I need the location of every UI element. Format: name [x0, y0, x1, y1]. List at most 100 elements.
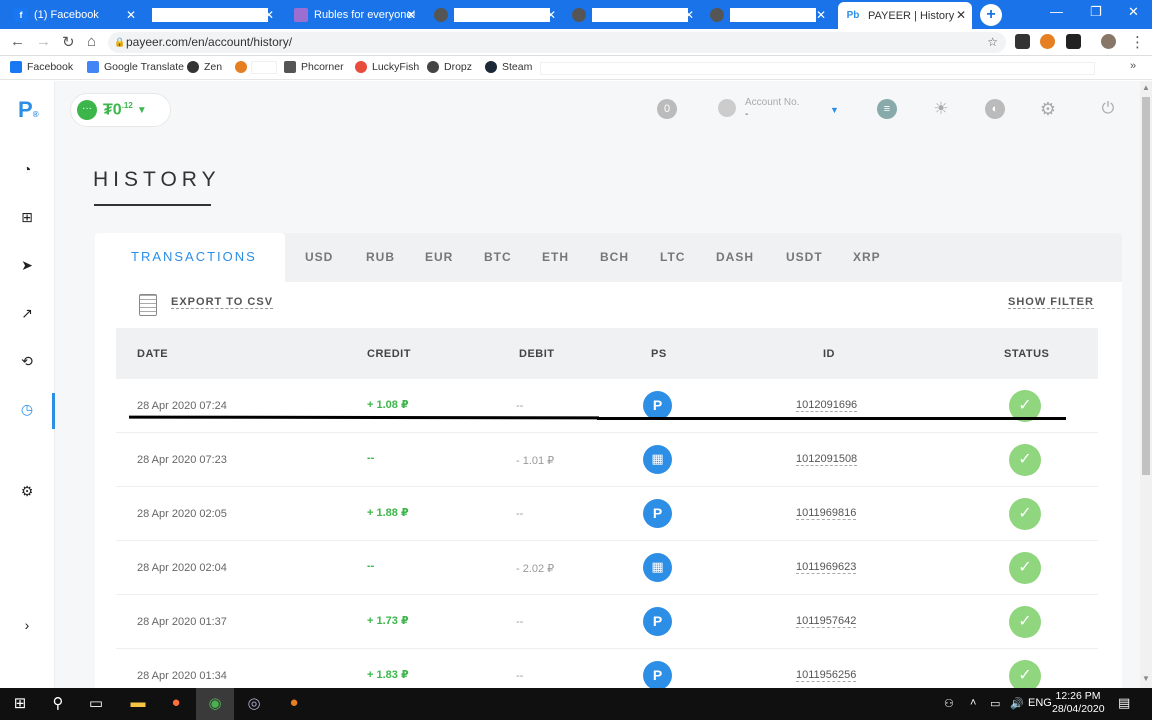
- column-date[interactable]: DATE: [137, 348, 168, 360]
- add-funds-icon[interactable]: ⊞: [16, 209, 38, 231]
- reload-icon[interactable]: ↻: [62, 33, 75, 51]
- bookmark-luckyfish[interactable]: LuckyFish: [355, 61, 419, 73]
- tab-dash[interactable]: DASH: [716, 250, 754, 264]
- theme-sun-icon[interactable]: ☀: [931, 99, 951, 119]
- bookmark-phcorner[interactable]: Phcorner: [284, 61, 344, 73]
- network-icon[interactable]: ▭: [990, 697, 1000, 710]
- row-transaction-id[interactable]: 1011969816: [796, 507, 857, 520]
- row-transaction-id[interactable]: 1011957642: [796, 615, 857, 628]
- row-transaction-id[interactable]: 1012091696: [796, 399, 858, 412]
- bookmark-facebook[interactable]: Facebook: [10, 61, 73, 73]
- restore-icon[interactable]: ❐: [1090, 4, 1102, 20]
- back-arrow-icon[interactable]: ←: [10, 33, 25, 50]
- close-icon[interactable]: ✕: [126, 8, 136, 22]
- row-transaction-id[interactable]: 1011969623: [796, 561, 857, 574]
- scroll-up-icon[interactable]: ▲: [1142, 83, 1150, 92]
- steam-icon[interactable]: ◎: [244, 694, 264, 714]
- tray-chevron-icon[interactable]: ˄: [970, 697, 976, 709]
- close-icon[interactable]: ✕: [956, 8, 966, 22]
- globe-icon[interactable]: ◐: [985, 99, 1005, 119]
- browser-tab-facebook[interactable]: f (1) Facebook ✕: [8, 2, 142, 27]
- bookmark-steam[interactable]: Steam: [485, 61, 532, 73]
- close-icon[interactable]: ✕: [684, 8, 694, 22]
- table-row[interactable]: 28 Apr 2020 07:23 -- - 1.01 ₽ ▦ 1012091508 ✓: [116, 433, 1098, 487]
- chrome-icon[interactable]: ◉: [196, 688, 234, 720]
- minimize-icon[interactable]: —: [1050, 4, 1063, 19]
- tab-bch[interactable]: BCH: [600, 250, 629, 264]
- people-icon[interactable]: ⚇: [944, 697, 954, 710]
- browser-tab-payeer[interactable]: Pb PAYEER | History ✕: [838, 2, 972, 29]
- browser-tab-redacted[interactable]: ✕: [566, 2, 700, 27]
- payeer-logo[interactable]: P®: [18, 97, 39, 123]
- search-icon[interactable]: ⚲: [48, 694, 68, 714]
- column-debit[interactable]: DEBIT: [519, 348, 555, 360]
- page-scrollbar[interactable]: ▲ ▼: [1140, 81, 1152, 688]
- browser-tab-redacted[interactable]: ✕: [704, 2, 832, 27]
- task-view-icon[interactable]: ▭: [86, 694, 106, 714]
- dashboard-icon[interactable]: ◔: [16, 161, 38, 183]
- more-bookmarks-icon[interactable]: »: [1130, 60, 1136, 72]
- close-icon[interactable]: ✕: [816, 8, 826, 22]
- tab-eth[interactable]: ETH: [542, 250, 569, 264]
- language-flag-icon[interactable]: ≡: [877, 99, 897, 119]
- balance-selector[interactable]: ··· ₮0.12 ▼: [70, 93, 171, 127]
- tab-eur[interactable]: EUR: [425, 250, 453, 264]
- language-indicator[interactable]: ENG: [1028, 697, 1052, 709]
- system-clock[interactable]: 12:26 PM 28/04/2020: [1052, 690, 1105, 716]
- windows-start-icon[interactable]: ⊞: [10, 694, 30, 714]
- file-explorer-icon[interactable]: ▬: [128, 694, 148, 714]
- volume-icon[interactable]: 🔊: [1010, 697, 1024, 710]
- table-row[interactable]: 28 Apr 2020 02:05 + 1.88 ₽ -- P 1011969816 ✓: [116, 487, 1098, 541]
- extension-cookie-icon[interactable]: [1040, 34, 1055, 49]
- extension-shield-icon[interactable]: [1015, 34, 1030, 49]
- chart-icon[interactable]: ↗: [16, 305, 38, 327]
- browser-tab-redacted[interactable]: ✕: [146, 2, 280, 27]
- tab-btc[interactable]: BTC: [484, 250, 512, 264]
- show-filter-button[interactable]: SHOW FILTER: [1008, 296, 1094, 309]
- scroll-down-icon[interactable]: ▼: [1142, 674, 1150, 683]
- tab-ltc[interactable]: LTC: [660, 250, 685, 264]
- column-id[interactable]: ID: [823, 348, 835, 360]
- bookmark-zen[interactable]: Zen: [187, 61, 222, 73]
- send-icon[interactable]: ➤: [16, 257, 38, 279]
- column-ps[interactable]: PS: [651, 348, 667, 360]
- row-transaction-id[interactable]: 1012091508: [796, 453, 858, 466]
- coin-app-icon[interactable]: ●: [284, 694, 304, 714]
- scrollbar-thumb[interactable]: [1142, 97, 1150, 475]
- history-clock-icon[interactable]: ◷: [16, 401, 38, 423]
- tab-usdt[interactable]: USDT: [786, 250, 823, 264]
- firefox-icon[interactable]: ●: [166, 694, 186, 714]
- bookmark-google-translate[interactable]: Google Translate: [87, 61, 184, 73]
- account-chevron-down-icon[interactable]: ▼: [830, 105, 839, 115]
- bookmark-redacted[interactable]: [235, 61, 277, 74]
- notification-center-icon[interactable]: ▤: [1118, 695, 1130, 711]
- notifications-count-icon[interactable]: 0: [657, 99, 677, 119]
- tab-usd[interactable]: USD: [305, 250, 333, 264]
- close-icon[interactable]: ✕: [406, 8, 416, 22]
- new-tab-button[interactable]: +: [980, 4, 1002, 26]
- tab-xrp[interactable]: XRP: [853, 250, 881, 264]
- logout-power-icon[interactable]: ⏻: [1098, 99, 1118, 119]
- url-input[interactable]: 🔒 payeer.com/en/account/history/ ☆: [108, 32, 1006, 53]
- settings-gear-icon[interactable]: ⚙: [1038, 99, 1058, 119]
- bookmark-star-icon[interactable]: ☆: [987, 32, 998, 53]
- menu-kebab-icon[interactable]: ⋮: [1130, 33, 1145, 51]
- browser-tab-redacted[interactable]: ✕: [428, 2, 562, 27]
- column-status[interactable]: STATUS: [1004, 348, 1049, 360]
- profile-avatar-icon[interactable]: [1101, 34, 1116, 49]
- exchange-icon[interactable]: ⟲: [16, 353, 38, 375]
- forward-arrow-icon[interactable]: →: [36, 33, 51, 50]
- browser-tab-rubles[interactable]: Rubles for everyone! ✕: [288, 2, 422, 27]
- expand-sidebar-icon[interactable]: ›: [16, 617, 38, 639]
- bookmark-dropz[interactable]: Dropz: [427, 61, 472, 73]
- close-icon[interactable]: ✕: [546, 8, 556, 22]
- extension-icon[interactable]: [1066, 34, 1081, 49]
- tab-transactions[interactable]: TRANSACTIONS: [95, 233, 285, 282]
- close-window-icon[interactable]: ✕: [1128, 4, 1139, 20]
- row-transaction-id[interactable]: 1011956256: [796, 669, 857, 682]
- settings-gears-icon[interactable]: ⚙: [16, 483, 38, 505]
- table-row[interactable]: 28 Apr 2020 07:24 + 1.08 ₽ -- P 1012091696 ✓: [116, 379, 1098, 433]
- close-icon[interactable]: ✕: [264, 8, 274, 22]
- tab-rub[interactable]: RUB: [366, 250, 395, 264]
- column-credit[interactable]: CREDIT: [367, 348, 411, 360]
